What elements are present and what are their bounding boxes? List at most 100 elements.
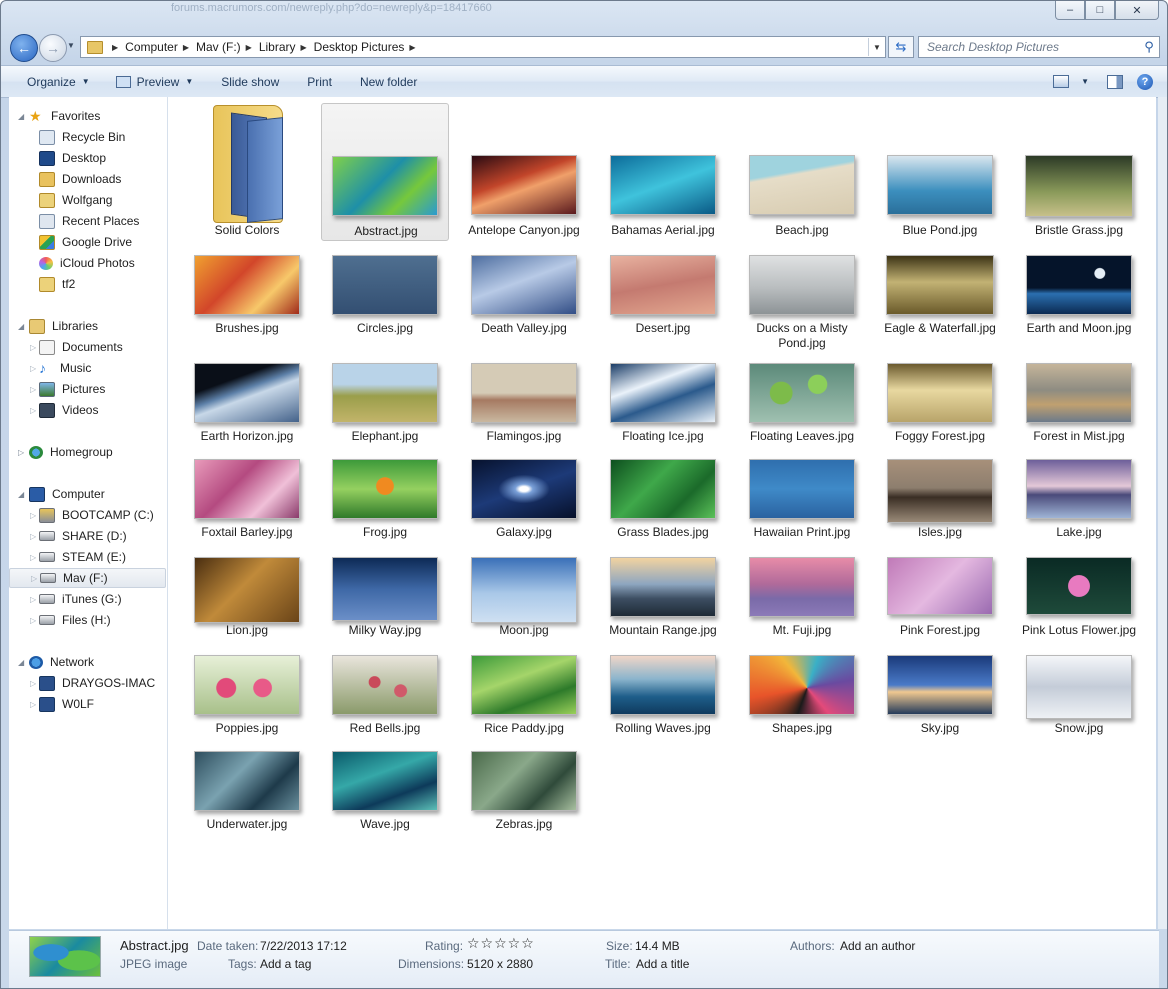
- image-file-item[interactable]: Foxtail Barley.jpg: [183, 455, 311, 547]
- breadcrumb-arrow-icon[interactable]: ▶: [301, 43, 307, 52]
- image-file-item[interactable]: Galaxy.jpg: [460, 455, 588, 547]
- breadcrumb-library[interactable]: Library: [259, 40, 296, 54]
- image-file-item[interactable]: Shapes.jpg: [738, 651, 866, 743]
- breadcrumb-computer[interactable]: Computer: [125, 40, 178, 54]
- nav-computer[interactable]: ◢ Computer: [9, 484, 166, 504]
- image-file-item[interactable]: Moon.jpg: [460, 553, 588, 645]
- address-dropdown-icon[interactable]: ▼: [868, 38, 885, 56]
- image-file-item[interactable]: Ducks on a Misty Pond.jpg: [738, 251, 866, 350]
- image-file-item[interactable]: Lion.jpg: [183, 553, 311, 645]
- folder-item[interactable]: Solid Colors: [183, 103, 311, 241]
- image-file-item[interactable]: Mountain Range.jpg: [599, 553, 727, 645]
- image-file-item[interactable]: Bristle Grass.jpg: [1015, 103, 1143, 241]
- image-file-item[interactable]: Pink Lotus Flower.jpg: [1015, 553, 1143, 645]
- collapse-icon[interactable]: ◢: [18, 658, 24, 667]
- maximize-button[interactable]: □: [1085, 1, 1115, 20]
- expand-icon[interactable]: ▷: [30, 595, 36, 604]
- image-file-item[interactable]: Rolling Waves.jpg: [599, 651, 727, 743]
- breadcrumb-arrow-icon[interactable]: ▶: [246, 43, 252, 52]
- search-icon[interactable]: ⚲: [1139, 39, 1159, 55]
- title-value[interactable]: Add a title: [636, 957, 689, 971]
- expand-icon[interactable]: ▷: [31, 574, 37, 583]
- nav-item-mav[interactable]: ▷ Mav (F:): [9, 568, 166, 588]
- image-file-item[interactable]: Earth and Moon.jpg: [1015, 251, 1143, 343]
- expand-icon[interactable]: ▷: [18, 448, 24, 457]
- collapse-icon[interactable]: ◢: [18, 112, 24, 121]
- image-file-item[interactable]: Pink Forest.jpg: [876, 553, 1004, 645]
- back-button[interactable]: ←: [10, 34, 38, 62]
- nav-homegroup[interactable]: ▷ Homegroup: [9, 442, 166, 462]
- scrollbar[interactable]: [1158, 97, 1167, 929]
- breadcrumb-mav[interactable]: Mav (F:): [196, 40, 241, 54]
- new-folder-button[interactable]: New folder: [350, 70, 427, 94]
- close-button[interactable]: ✕: [1115, 1, 1159, 20]
- image-file-item[interactable]: Mt. Fuji.jpg: [738, 553, 866, 645]
- image-file-item[interactable]: Sky.jpg: [876, 651, 1004, 743]
- recent-pages-dropdown[interactable]: ▼: [67, 41, 75, 50]
- expand-icon[interactable]: ▷: [30, 679, 36, 688]
- expand-icon[interactable]: ▷: [30, 532, 36, 541]
- expand-icon[interactable]: ▷: [30, 343, 36, 352]
- breadcrumb-desktop-pictures[interactable]: Desktop Pictures: [314, 40, 405, 54]
- image-file-item[interactable]: Lake.jpg: [1015, 455, 1143, 547]
- nav-libraries[interactable]: ◢ Libraries: [9, 316, 166, 336]
- organize-button[interactable]: Organize ▼: [17, 70, 100, 94]
- change-view-icon[interactable]: [1053, 75, 1070, 88]
- collapse-icon[interactable]: ◢: [18, 322, 24, 331]
- image-file-item[interactable]: Death Valley.jpg: [460, 251, 588, 343]
- image-file-item[interactable]: Floating Ice.jpg: [599, 359, 727, 451]
- slide-show-button[interactable]: Slide show: [211, 70, 289, 94]
- minimize-button[interactable]: ‒: [1055, 1, 1085, 20]
- nav-favorites[interactable]: ◢ ★ Favorites: [9, 106, 166, 126]
- collapse-icon[interactable]: ◢: [18, 490, 24, 499]
- image-file-item[interactable]: Red Bells.jpg: [321, 651, 449, 743]
- expand-icon[interactable]: ▷: [30, 616, 36, 625]
- image-file-item[interactable]: Isles.jpg: [876, 455, 1004, 547]
- address-bar[interactable]: ▶ Computer ▶ Mav (F:) ▶ Library ▶ Desktop Pi…: [80, 36, 886, 58]
- breadcrumb-arrow-icon[interactable]: ▶: [183, 43, 189, 52]
- expand-icon[interactable]: ▷: [30, 406, 36, 415]
- tags-value[interactable]: Add a tag: [260, 957, 311, 971]
- image-file-item[interactable]: Desert.jpg: [599, 251, 727, 343]
- expand-icon[interactable]: ▷: [30, 511, 36, 520]
- image-file-item[interactable]: Flamingos.jpg: [460, 359, 588, 451]
- preview-button[interactable]: Preview ▼: [106, 70, 204, 94]
- breadcrumb-arrow-icon[interactable]: ▶: [409, 43, 415, 52]
- forward-button[interactable]: →: [39, 34, 67, 62]
- image-file-item[interactable]: Snow.jpg: [1015, 651, 1143, 743]
- preview-pane-icon[interactable]: [1107, 74, 1123, 89]
- image-file-item[interactable]: Milky Way.jpg: [321, 553, 449, 645]
- image-file-item[interactable]: Underwater.jpg: [183, 747, 311, 839]
- breadcrumb-arrow-icon[interactable]: ▶: [112, 43, 118, 52]
- nav-network[interactable]: ◢ Network: [9, 652, 166, 672]
- image-file-item[interactable]: Rice Paddy.jpg: [460, 651, 588, 743]
- rating-stars[interactable]: ☆☆☆☆☆: [467, 935, 535, 952]
- expand-icon[interactable]: ▷: [30, 385, 36, 394]
- authors-value[interactable]: Add an author: [840, 939, 915, 953]
- image-file-item[interactable]: Forest in Mist.jpg: [1015, 359, 1143, 451]
- expand-icon[interactable]: ▷: [30, 700, 36, 709]
- image-file-item[interactable]: Antelope Canyon.jpg: [460, 103, 588, 241]
- image-file-item[interactable]: Earth Horizon.jpg: [183, 359, 311, 451]
- search-input[interactable]: Search Desktop Pictures: [919, 40, 1139, 54]
- image-file-item[interactable]: Poppies.jpg: [183, 651, 311, 743]
- search-box[interactable]: Search Desktop Pictures ⚲: [918, 36, 1160, 58]
- image-file-item[interactable]: Abstract.jpg: [321, 103, 449, 241]
- image-file-item[interactable]: Blue Pond.jpg: [876, 103, 1004, 241]
- image-file-item[interactable]: Floating Leaves.jpg: [738, 359, 866, 451]
- print-button[interactable]: Print: [297, 70, 342, 94]
- refresh-button[interactable]: ⇆: [888, 36, 914, 58]
- image-file-item[interactable]: Brushes.jpg: [183, 251, 311, 343]
- date-taken-value[interactable]: 7/22/2013 17:12: [260, 939, 347, 953]
- image-file-item[interactable]: Grass Blades.jpg: [599, 455, 727, 547]
- help-icon[interactable]: ?: [1137, 73, 1153, 90]
- image-file-item[interactable]: Eagle & Waterfall.jpg: [876, 251, 1004, 343]
- image-file-item[interactable]: Frog.jpg: [321, 455, 449, 547]
- image-file-item[interactable]: Zebras.jpg: [460, 747, 588, 839]
- image-file-item[interactable]: Hawaiian Print.jpg: [738, 455, 866, 547]
- image-file-item[interactable]: Wave.jpg: [321, 747, 449, 839]
- expand-icon[interactable]: ▷: [30, 553, 36, 562]
- image-file-item[interactable]: Foggy Forest.jpg: [876, 359, 1004, 451]
- image-file-item[interactable]: Bahamas Aerial.jpg: [599, 103, 727, 241]
- view-options-chevron-icon[interactable]: ▼: [1081, 77, 1089, 86]
